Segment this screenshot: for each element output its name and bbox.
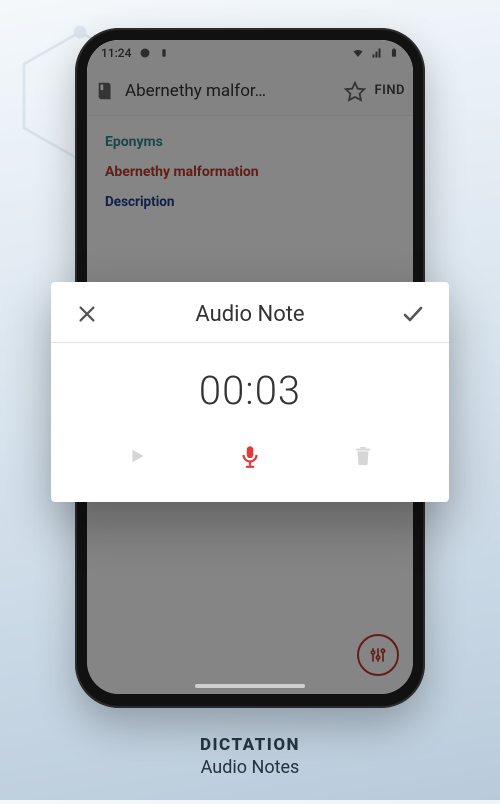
close-button[interactable]	[71, 298, 103, 330]
confirm-button[interactable]	[397, 298, 429, 330]
play-button[interactable]	[115, 434, 159, 478]
home-indicator	[195, 684, 305, 688]
caption-sub: Audio Notes	[0, 757, 500, 778]
microphone-icon[interactable]	[228, 434, 272, 478]
delete-button[interactable]	[341, 434, 385, 478]
recording-timer: 00:03	[51, 343, 449, 428]
dialog-title: Audio Note	[195, 302, 304, 327]
audio-note-dialog: Audio Note 00:03	[51, 282, 449, 502]
marketing-caption: DICTATION Audio Notes	[0, 735, 500, 778]
caption-main: DICTATION	[0, 735, 500, 755]
